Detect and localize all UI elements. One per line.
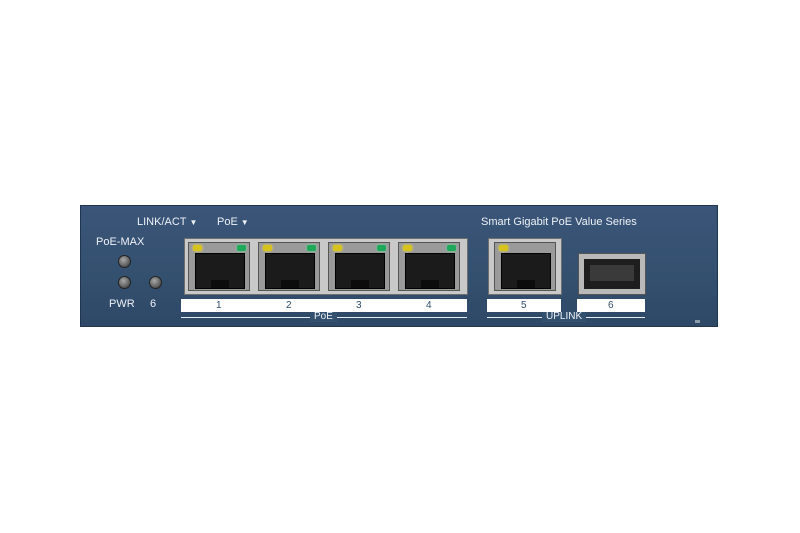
rj45-port-1[interactable] bbox=[188, 242, 250, 291]
poe-led-2 bbox=[307, 245, 316, 251]
sfp-port-number-bar: 6 bbox=[577, 299, 645, 312]
pwr-led bbox=[118, 276, 131, 289]
poe-led-4 bbox=[447, 245, 456, 251]
sfp-led-number: 6 bbox=[150, 298, 157, 310]
poe-max-led bbox=[118, 255, 131, 268]
link-led-3 bbox=[333, 245, 342, 251]
series-label: Smart Gigabit PoE Value Series bbox=[481, 216, 637, 228]
poe-group-label: PoE bbox=[310, 312, 337, 322]
poe-led-label: PoE ▼ bbox=[217, 216, 249, 228]
pwr-label: PWR bbox=[109, 298, 135, 310]
port-number-6: 6 bbox=[608, 300, 614, 311]
poe-led-1 bbox=[237, 245, 246, 251]
port-number-2: 2 bbox=[286, 300, 292, 311]
rj45-port-3[interactable] bbox=[328, 242, 390, 291]
poe-max-label: PoE-MAX bbox=[96, 236, 145, 248]
chassis-screw bbox=[695, 320, 700, 323]
link-led-2 bbox=[263, 245, 272, 251]
link-led-1 bbox=[193, 245, 202, 251]
link-act-label: LINK/ACT ▼ bbox=[137, 216, 198, 228]
sfp-port-6[interactable] bbox=[578, 253, 646, 295]
switch-front-panel: LINK/ACT ▼ PoE ▼ Smart Gigabit PoE Value S… bbox=[80, 205, 718, 327]
link-led-5 bbox=[499, 245, 508, 251]
port-number-3: 3 bbox=[356, 300, 362, 311]
poe-port-group bbox=[184, 238, 468, 295]
port-number-4: 4 bbox=[426, 300, 432, 311]
rj45-port-5[interactable] bbox=[494, 242, 556, 291]
sfp-status-led bbox=[149, 276, 162, 289]
poe-led-3 bbox=[377, 245, 386, 251]
rj45-port-4[interactable] bbox=[398, 242, 460, 291]
link-led-4 bbox=[403, 245, 412, 251]
port-number-5: 5 bbox=[521, 300, 527, 311]
uplink-port-group bbox=[488, 238, 562, 295]
rj45-port-2[interactable] bbox=[258, 242, 320, 291]
port-number-1: 1 bbox=[216, 300, 222, 311]
uplink-group-label: UPLINK bbox=[542, 312, 587, 322]
